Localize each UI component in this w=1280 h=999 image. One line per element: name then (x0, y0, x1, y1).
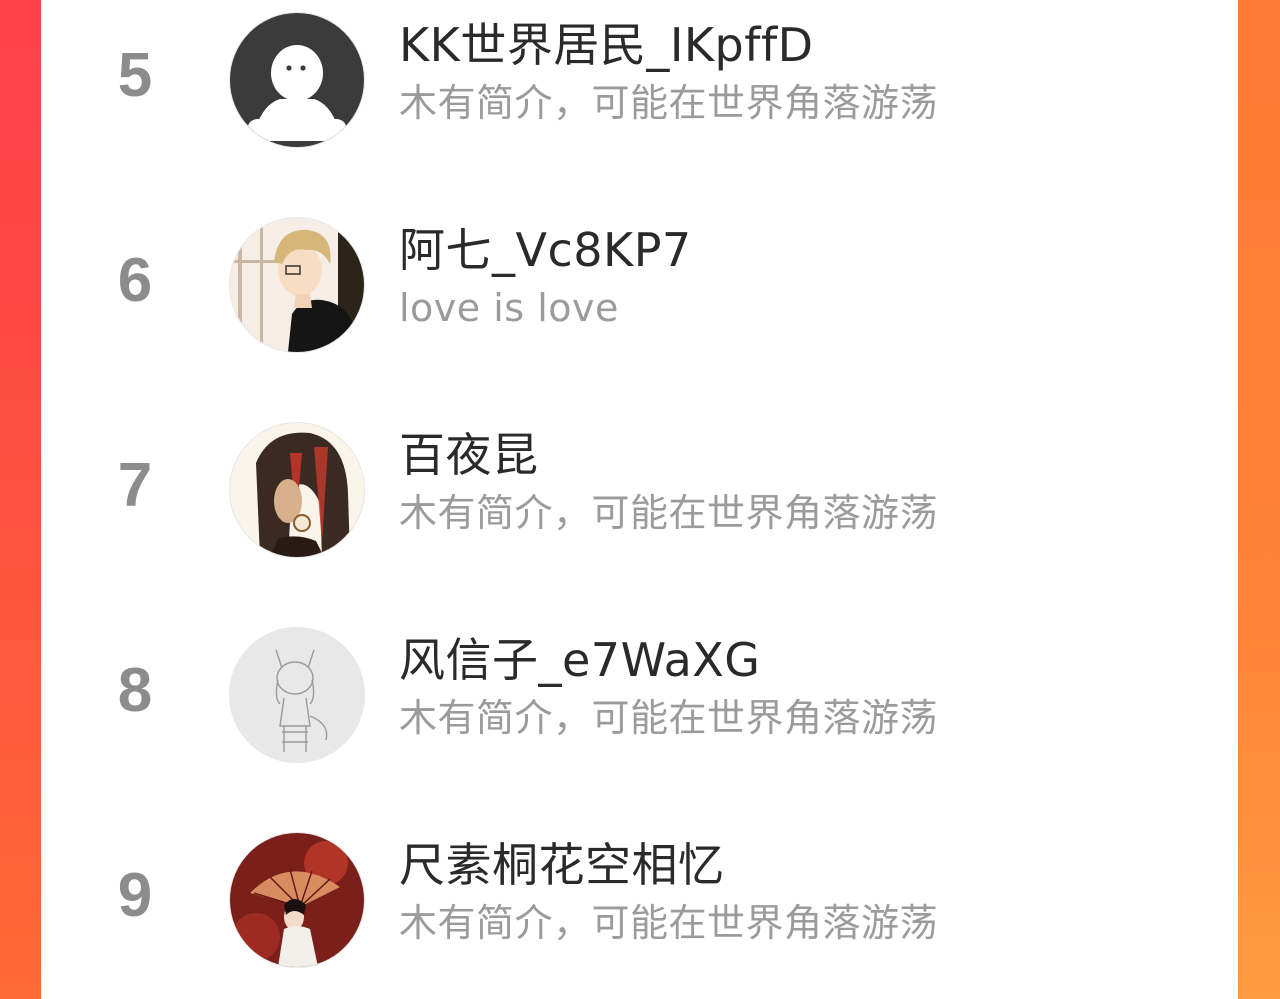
user-name[interactable]: KK世界居民_IKpffD (399, 14, 814, 76)
user-bio: 木有简介，可能在世界角落游荡 (399, 901, 939, 945)
avatar[interactable] (230, 423, 364, 557)
avatar[interactable] (230, 218, 364, 352)
left-accent-border (0, 0, 41, 999)
avatar[interactable] (230, 833, 364, 967)
rank-number: 7 (117, 451, 153, 520)
user-bio: 木有简介，可能在世界角落游荡 (399, 696, 939, 740)
list-item[interactable]: 7 百夜昆 木有简介，可能在世界角落游荡 (41, 410, 1238, 560)
list-item[interactable]: 8 风信子_e7WaXG 木有简介，可能在世界角落游荡 (41, 615, 1238, 765)
user-name[interactable]: 阿七_Vc8KP7 (399, 219, 692, 281)
rank-number: 8 (117, 656, 153, 725)
user-bio: 木有简介，可能在世界角落游荡 (399, 81, 939, 125)
user-bio: 木有简介，可能在世界角落游荡 (399, 491, 939, 535)
right-accent-border (1238, 0, 1280, 999)
avatar[interactable] (230, 13, 364, 147)
ranking-list: 5 KK世界居民_IKpffD 木有简介，可能在世界角落游荡 6 阿七_Vc8K… (41, 0, 1238, 999)
list-item[interactable]: 9 尺素桐花空相忆 木有简介，可能在世界角落游荡 (41, 820, 1238, 970)
rank-number: 5 (117, 41, 153, 110)
avatar[interactable] (230, 628, 364, 762)
user-name[interactable]: 百夜昆 (399, 424, 539, 486)
list-item[interactable]: 5 KK世界居民_IKpffD 木有简介，可能在世界角落游荡 (41, 0, 1238, 150)
user-name[interactable]: 尺素桐花空相忆 (399, 834, 725, 896)
user-name[interactable]: 风信子_e7WaXG (399, 629, 760, 691)
rank-number: 6 (117, 246, 153, 315)
user-bio: love is love (399, 286, 619, 330)
list-item[interactable]: 6 阿七_Vc8KP7 love is love (41, 205, 1238, 355)
rank-number: 9 (117, 861, 153, 930)
